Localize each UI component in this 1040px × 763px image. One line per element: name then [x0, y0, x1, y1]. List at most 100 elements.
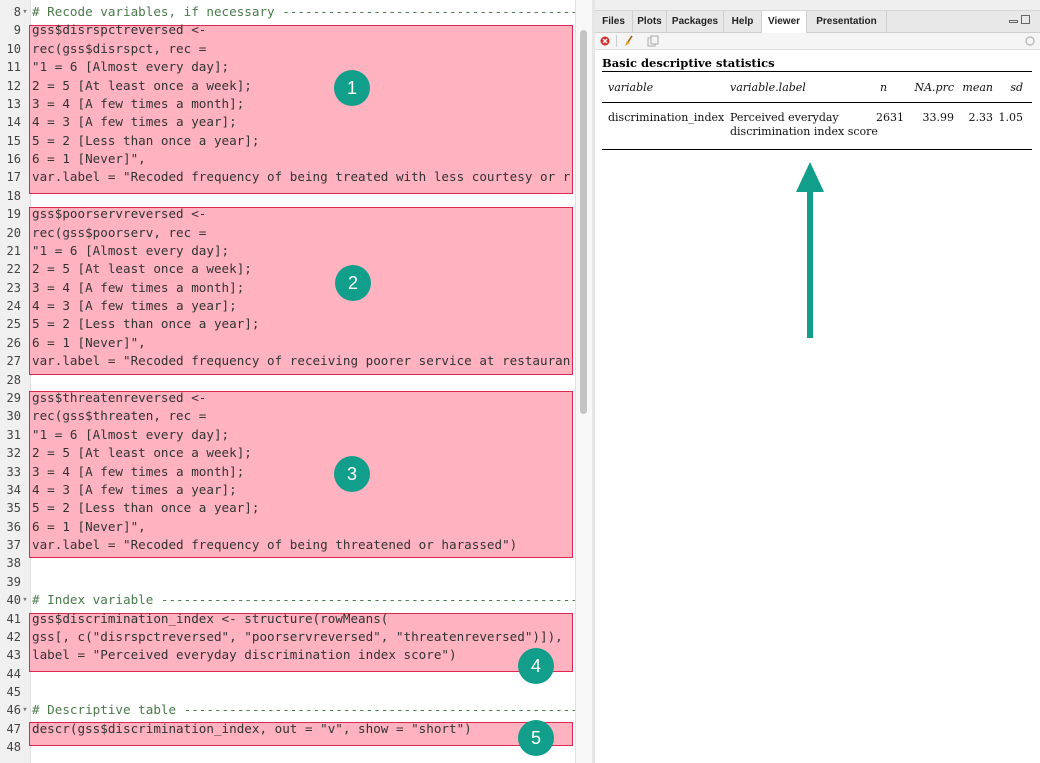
code-text: 2 = 5 [At least once a week]; [32, 261, 252, 277]
tab-presentation[interactable]: Presentation [807, 11, 887, 32]
code-line[interactable]: 20 rec(gss$poorserv, rec = [0, 224, 575, 242]
code-line[interactable]: 25 5 = 2 [Less than once a year]; [0, 315, 575, 333]
copy-icon[interactable] [647, 35, 659, 47]
code-line[interactable]: 27 var.label = "Recoded frequency of rece… [0, 352, 575, 370]
code-line[interactable]: 47 descr(gss$discrimination_index, out = … [0, 720, 575, 738]
code-line[interactable]: 42 gss[, c("disrspctreversed", "poorservr… [0, 628, 575, 646]
code-line[interactable]: 10 rec(gss$disrspct, rec = [0, 40, 575, 58]
code-text: var.label = "Recoded frequency of being … [32, 169, 571, 185]
fold-arrow-icon[interactable]: ▾ [21, 591, 29, 609]
code-line[interactable]: 12 2 = 5 [At least once a week]; [0, 77, 575, 95]
code-line[interactable]: 21 "1 = 6 [Almost every day]; [0, 242, 575, 260]
line-number: 40 [6, 593, 21, 608]
code-text: rec(gss$poorserv, rec = [32, 224, 207, 240]
code-line[interactable]: 40 ▾ # Index variable --------------------… [0, 591, 575, 609]
tab-viewer[interactable]: Viewer [762, 11, 807, 33]
cell-label-line1: Perceived everyday [730, 111, 839, 124]
toolbar-divider [616, 35, 617, 47]
refresh-icon[interactable] [1024, 35, 1036, 47]
line-number: 32 [6, 446, 21, 461]
code-line[interactable]: 31 "1 = 6 [Almost every day]; [0, 426, 575, 444]
code-line[interactable]: 14 4 = 3 [A few times a year]; [0, 113, 575, 131]
callout-badge-4: 4 [518, 648, 554, 684]
table-title: Basic descriptive statistics [602, 56, 1032, 72]
viewer-pane: Files Plots Packages Help Viewer Present… [595, 0, 1040, 763]
line-number: 15 [6, 133, 21, 148]
tab-help[interactable]: Help [724, 11, 762, 32]
code-line[interactable]: 13 3 = 4 [A few times a month]; [0, 95, 575, 113]
maximize-pane-icon[interactable] [1021, 15, 1030, 24]
line-number: 30 [6, 409, 21, 424]
line-number: 25 [6, 317, 21, 332]
line-number: 34 [6, 482, 21, 497]
code-line[interactable]: 23 3 = 4 [A few times a month]; [0, 279, 575, 297]
code-line[interactable]: 36 6 = 1 [Never]", [0, 518, 575, 536]
editor-scrollbar-thumb[interactable] [580, 30, 587, 414]
code-line[interactable]: 28 [0, 371, 575, 389]
code-line[interactable]: 22 2 = 5 [At least once a week]; [0, 260, 575, 278]
code-line[interactable]: 19 gss$poorservreversed <- [0, 205, 575, 223]
code-line[interactable]: 46 ▾ # Descriptive table -----------------… [0, 701, 575, 719]
cell-mean: 2.33 [968, 111, 994, 124]
code-text: 5 = 2 [Less than once a year]; [32, 500, 260, 516]
code-line[interactable]: 18 [0, 187, 575, 205]
code-text: 6 = 1 [Never]", [32, 518, 146, 534]
code-line[interactable]: 45 [0, 683, 575, 701]
tab-files[interactable]: Files [595, 11, 633, 32]
code-line[interactable]: 41 gss$discrimination_index <- structure(… [0, 610, 575, 628]
code-line[interactable]: 37 var.label = "Recoded frequency of bein… [0, 536, 575, 554]
descriptive-stats-table: Basic descriptive statistics variable va… [602, 56, 1032, 150]
tab-plots[interactable]: Plots [633, 11, 667, 32]
code-line[interactable]: 32 2 = 5 [At least once a week]; [0, 444, 575, 462]
stop-icon[interactable] [600, 36, 610, 46]
code-line[interactable]: 39 [0, 573, 575, 591]
source-editor[interactable]: 8 ▾ # Recode variables, if necessary -----… [0, 0, 575, 763]
code-line[interactable]: 17 var.label = "Recoded frequency of bein… [0, 168, 575, 186]
line-number: 29 [6, 390, 21, 405]
line-number: 18 [6, 188, 21, 203]
col-header-sd: sd [1010, 81, 1023, 94]
fold-arrow-icon[interactable]: ▾ [21, 701, 29, 719]
tab-packages[interactable]: Packages [667, 11, 724, 32]
line-number: 10 [6, 41, 21, 56]
pane-tab-bar: Files Plots Packages Help Viewer Present… [595, 11, 1040, 33]
code-text: gss$threatenreversed <- [32, 389, 207, 405]
code-line[interactable]: 9 gss$disrspctreversed <- [0, 21, 575, 39]
code-line[interactable]: 8 ▾ # Recode variables, if necessary -----… [0, 3, 575, 21]
table-header-row: variable variable.label n NA.prc mean sd [602, 72, 1032, 103]
fold-arrow-icon[interactable]: ▾ [21, 3, 29, 21]
line-number: 43 [6, 648, 21, 663]
code-line[interactable]: 29 gss$threatenreversed <- [0, 389, 575, 407]
line-number: 31 [6, 427, 21, 442]
code-line[interactable]: 26 6 = 1 [Never]", [0, 334, 575, 352]
cell-na-prc: 33.99 [922, 111, 955, 124]
code-text: 6 = 1 [Never]", [32, 151, 146, 167]
code-line[interactable]: 30 rec(gss$threaten, rec = [0, 407, 575, 425]
code-line[interactable]: 35 5 = 2 [Less than once a year]; [0, 499, 575, 517]
line-number: 27 [6, 354, 21, 369]
code-line[interactable]: 34 4 = 3 [A few times a year]; [0, 481, 575, 499]
code-text: 3 = 4 [A few times a month]; [32, 463, 245, 479]
line-number: 24 [6, 299, 21, 314]
code-line[interactable]: 16 6 = 1 [Never]", [0, 150, 575, 168]
code-line[interactable]: 15 5 = 2 [Less than once a year]; [0, 132, 575, 150]
line-number: 13 [6, 96, 21, 111]
code-text: 3 = 4 [A few times a month]; [32, 279, 245, 295]
cell-variable: discrimination_index [608, 111, 725, 124]
code-line[interactable]: 38 [0, 554, 575, 572]
code-line[interactable]: 24 4 = 3 [A few times a year]; [0, 297, 575, 315]
code-line[interactable]: 48 [0, 738, 575, 756]
code-line[interactable]: 44 [0, 665, 575, 683]
col-header-na-prc: NA.prc [914, 81, 954, 94]
code-text: "1 = 6 [Almost every day]; [32, 426, 230, 442]
code-comment: # Descriptive table --------------------… [32, 702, 575, 718]
code-line[interactable]: 33 3 = 4 [A few times a month]; [0, 463, 575, 481]
editor-scrollbar[interactable] [575, 0, 592, 763]
line-number: 33 [6, 464, 21, 479]
minimize-pane-icon[interactable] [1009, 20, 1018, 23]
broom-clear-icon[interactable] [623, 35, 635, 47]
code-line[interactable]: 43 label = "Perceived everyday discrimina… [0, 646, 575, 664]
code-text: 4 = 3 [A few times a year]; [32, 481, 237, 497]
code-line[interactable]: 11 "1 = 6 [Almost every day]; [0, 58, 575, 76]
code-text: "1 = 6 [Almost every day]; [32, 242, 230, 258]
